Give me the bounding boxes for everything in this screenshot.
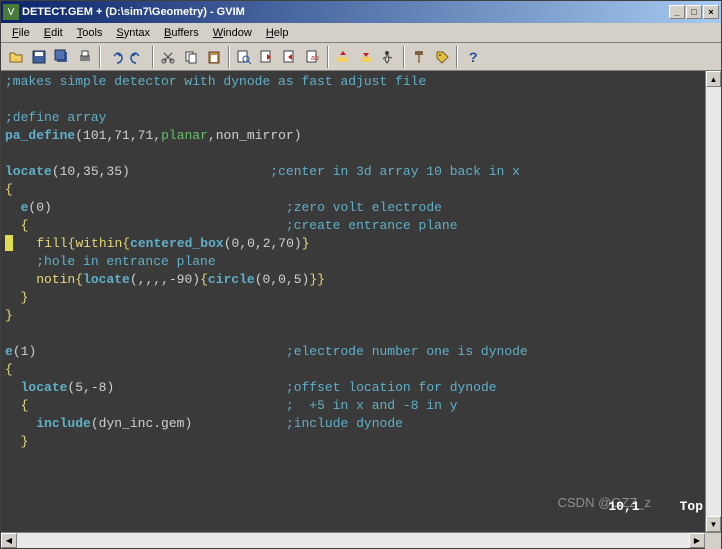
print-button[interactable] xyxy=(74,46,96,68)
window-controls: _ □ × xyxy=(669,5,719,19)
app-window: V DETECT.GEM + (D:\sim7\Geometry) - GVIM… xyxy=(0,0,722,549)
replace-icon: ab xyxy=(305,49,321,65)
undo-icon xyxy=(107,49,123,65)
code-function: pa_define xyxy=(5,128,75,143)
find-next-icon xyxy=(259,49,275,65)
saveall-button[interactable] xyxy=(51,46,73,68)
code-comment: ; +5 in x and -8 in y xyxy=(286,398,458,413)
toolbar-separator xyxy=(403,46,405,68)
download-icon xyxy=(358,49,374,65)
help-button[interactable]: ? xyxy=(461,46,483,68)
title-text: DETECT.GEM + (D:\sim7\Geometry) - GVIM xyxy=(22,6,669,18)
tag-icon xyxy=(434,49,450,65)
replace-button[interactable]: ab xyxy=(302,46,324,68)
find-prev-button[interactable] xyxy=(279,46,301,68)
scroll-up-button[interactable]: ▲ xyxy=(706,71,721,87)
paste-button[interactable] xyxy=(203,46,225,68)
code-comment: ;include dynode xyxy=(286,416,403,431)
minimize-button[interactable]: _ xyxy=(669,5,685,19)
open-button[interactable] xyxy=(5,46,27,68)
menu-syntax[interactable]: Syntax xyxy=(109,25,157,41)
menu-help[interactable]: Help xyxy=(259,25,296,41)
find-next-button[interactable] xyxy=(256,46,278,68)
save-session-button[interactable] xyxy=(355,46,377,68)
folder-icon xyxy=(8,49,24,65)
menu-window[interactable]: Window xyxy=(206,25,259,41)
copy-icon xyxy=(183,49,199,65)
scroll-left-button[interactable]: ◀ xyxy=(1,533,17,548)
undo-button[interactable] xyxy=(104,46,126,68)
svg-text:?: ? xyxy=(469,49,478,65)
menu-tools[interactable]: Tools xyxy=(70,25,110,41)
toolbar-separator xyxy=(152,46,154,68)
code-comment: ;makes simple detector with dynode as fa… xyxy=(5,74,426,89)
code-comment: ;electrode number one is dynode xyxy=(286,344,528,359)
scissors-icon xyxy=(160,49,176,65)
floppy-icon xyxy=(31,49,47,65)
paste-icon xyxy=(206,49,222,65)
upload-icon xyxy=(335,49,351,65)
code-comment: ;offset location for dynode xyxy=(286,380,497,395)
find-prev-icon xyxy=(282,49,298,65)
scroll-right-button[interactable]: ▶ xyxy=(689,533,705,548)
tags-button[interactable] xyxy=(431,46,453,68)
app-icon: V xyxy=(3,4,19,20)
redo-icon xyxy=(130,49,146,65)
scroll-corner xyxy=(705,533,721,549)
code-function: e xyxy=(5,344,13,359)
menu-buffers[interactable]: Buffers xyxy=(157,25,206,41)
help-icon: ? xyxy=(464,49,480,65)
scroll-position: Top xyxy=(680,499,703,514)
make-button[interactable] xyxy=(408,46,430,68)
scroll-track[interactable] xyxy=(706,87,721,516)
toolbar-separator xyxy=(456,46,458,68)
code-comment: ;hole in entrance plane xyxy=(36,254,215,269)
close-button[interactable]: × xyxy=(703,5,719,19)
code-content[interactable]: ;makes simple detector with dynode as fa… xyxy=(1,71,705,532)
horizontal-scrollbar[interactable]: ◀ ▶ xyxy=(1,532,721,548)
cursor xyxy=(5,235,13,251)
toolbar-separator xyxy=(228,46,230,68)
svg-text:ab: ab xyxy=(311,55,319,62)
menu-file[interactable]: File xyxy=(5,25,37,41)
load-session-button[interactable] xyxy=(332,46,354,68)
code-comment: ;define array xyxy=(5,110,106,125)
floppy-stack-icon xyxy=(54,49,70,65)
cursor-position: 10,1 xyxy=(608,499,639,514)
titlebar[interactable]: V DETECT.GEM + (D:\sim7\Geometry) - GVIM… xyxy=(1,1,721,23)
hammer-icon xyxy=(411,49,427,65)
toolbar-separator xyxy=(99,46,101,68)
code-comment: ;create entrance plane xyxy=(286,218,458,233)
status-bar: 10,1 Top xyxy=(608,499,703,514)
save-button[interactable] xyxy=(28,46,50,68)
menu-edit[interactable]: Edit xyxy=(37,25,70,41)
redo-button[interactable] xyxy=(127,46,149,68)
cut-button[interactable] xyxy=(157,46,179,68)
toolbar: ab ? xyxy=(1,43,721,71)
toolbar-separator xyxy=(327,46,329,68)
scroll-down-button[interactable]: ▼ xyxy=(706,516,721,532)
run-script-button[interactable] xyxy=(378,46,400,68)
maximize-button[interactable]: □ xyxy=(686,5,702,19)
menubar: File Edit Tools Syntax Buffers Window He… xyxy=(1,23,721,43)
find-icon xyxy=(236,49,252,65)
printer-icon xyxy=(77,49,93,65)
scroll-track-h[interactable] xyxy=(17,533,689,548)
runner-icon xyxy=(381,49,397,65)
editor-area[interactable]: ;makes simple detector with dynode as fa… xyxy=(1,71,721,532)
code-function: locate xyxy=(21,380,68,395)
code-function: locate xyxy=(5,164,52,179)
find-button[interactable] xyxy=(233,46,255,68)
vertical-scrollbar[interactable]: ▲ ▼ xyxy=(705,71,721,532)
copy-button[interactable] xyxy=(180,46,202,68)
code-comment: ;zero volt electrode xyxy=(286,200,442,215)
code-comment: ;center in 3d array 10 back in x xyxy=(270,164,520,179)
